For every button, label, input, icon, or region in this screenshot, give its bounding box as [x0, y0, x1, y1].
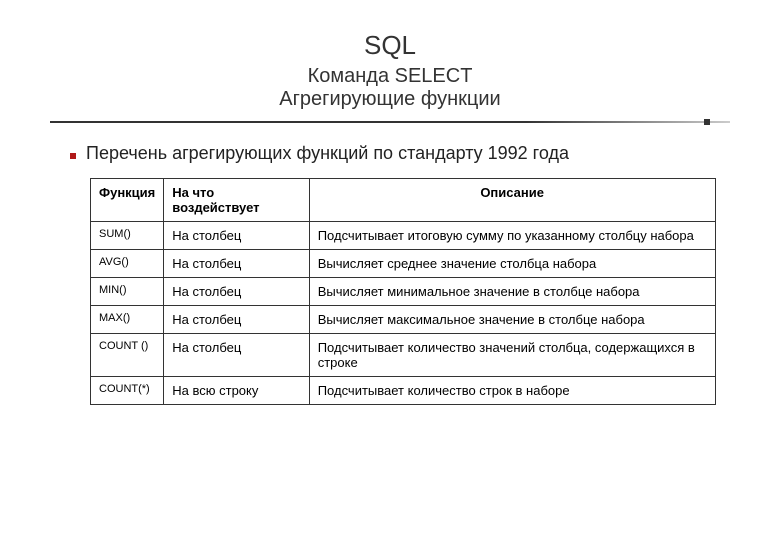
table-row: SUM() На столбец Подсчитывает итоговую с… [91, 222, 716, 250]
slide-subtitle-2: Агрегирующие функции [50, 88, 730, 111]
cell-target: На столбец [164, 306, 309, 334]
table-row: COUNT () На столбец Подсчитывает количес… [91, 334, 716, 377]
cell-target: На столбец [164, 222, 309, 250]
bullet-text: Перечень агрегирующих функций по стандар… [86, 143, 569, 164]
cell-fn: COUNT () [91, 334, 164, 377]
cell-fn: MAX() [91, 306, 164, 334]
cell-target: На столбец [164, 278, 309, 306]
functions-table: Функция На что воздействует Описание SUM… [90, 178, 716, 405]
cell-fn: MIN() [91, 278, 164, 306]
slide-subtitle-1: Команда SELECT [50, 65, 730, 88]
cell-fn: SUM() [91, 222, 164, 250]
cell-target: На столбец [164, 334, 309, 377]
table-row: AVG() На столбец Вычисляет среднее значе… [91, 250, 716, 278]
divider-line [50, 121, 730, 123]
header-description: Описание [309, 179, 715, 222]
cell-fn: AVG() [91, 250, 164, 278]
cell-desc: Вычисляет среднее значение столбца набор… [309, 250, 715, 278]
table-row: MAX() На столбец Вычисляет максимальное … [91, 306, 716, 334]
cell-fn: COUNT(*) [91, 377, 164, 405]
header-target: На что воздействует [164, 179, 309, 222]
table-row: COUNT(*) На всю строку Подсчитывает коли… [91, 377, 716, 405]
bullet-icon [70, 153, 76, 159]
cell-desc: Подсчитывает итоговую сумму по указанном… [309, 222, 715, 250]
cell-target: На столбец [164, 250, 309, 278]
table-header-row: Функция На что воздействует Описание [91, 179, 716, 222]
cell-desc: Подсчитывает количество значений столбца… [309, 334, 715, 377]
cell-desc: Вычисляет минимальное значение в столбце… [309, 278, 715, 306]
bullet-item: Перечень агрегирующих функций по стандар… [50, 143, 730, 164]
cell-target: На всю строку [164, 377, 309, 405]
header-function: Функция [91, 179, 164, 222]
title-block: SQL Команда SELECT Агрегирующие функции [50, 30, 730, 111]
slide-content: SQL Команда SELECT Агрегирующие функции … [0, 0, 780, 435]
table-row: MIN() На столбец Вычисляет минимальное з… [91, 278, 716, 306]
cell-desc: Вычисляет максимальное значение в столбц… [309, 306, 715, 334]
cell-desc: Подсчитывает количество строк в наборе [309, 377, 715, 405]
slide-title: SQL [50, 30, 730, 61]
